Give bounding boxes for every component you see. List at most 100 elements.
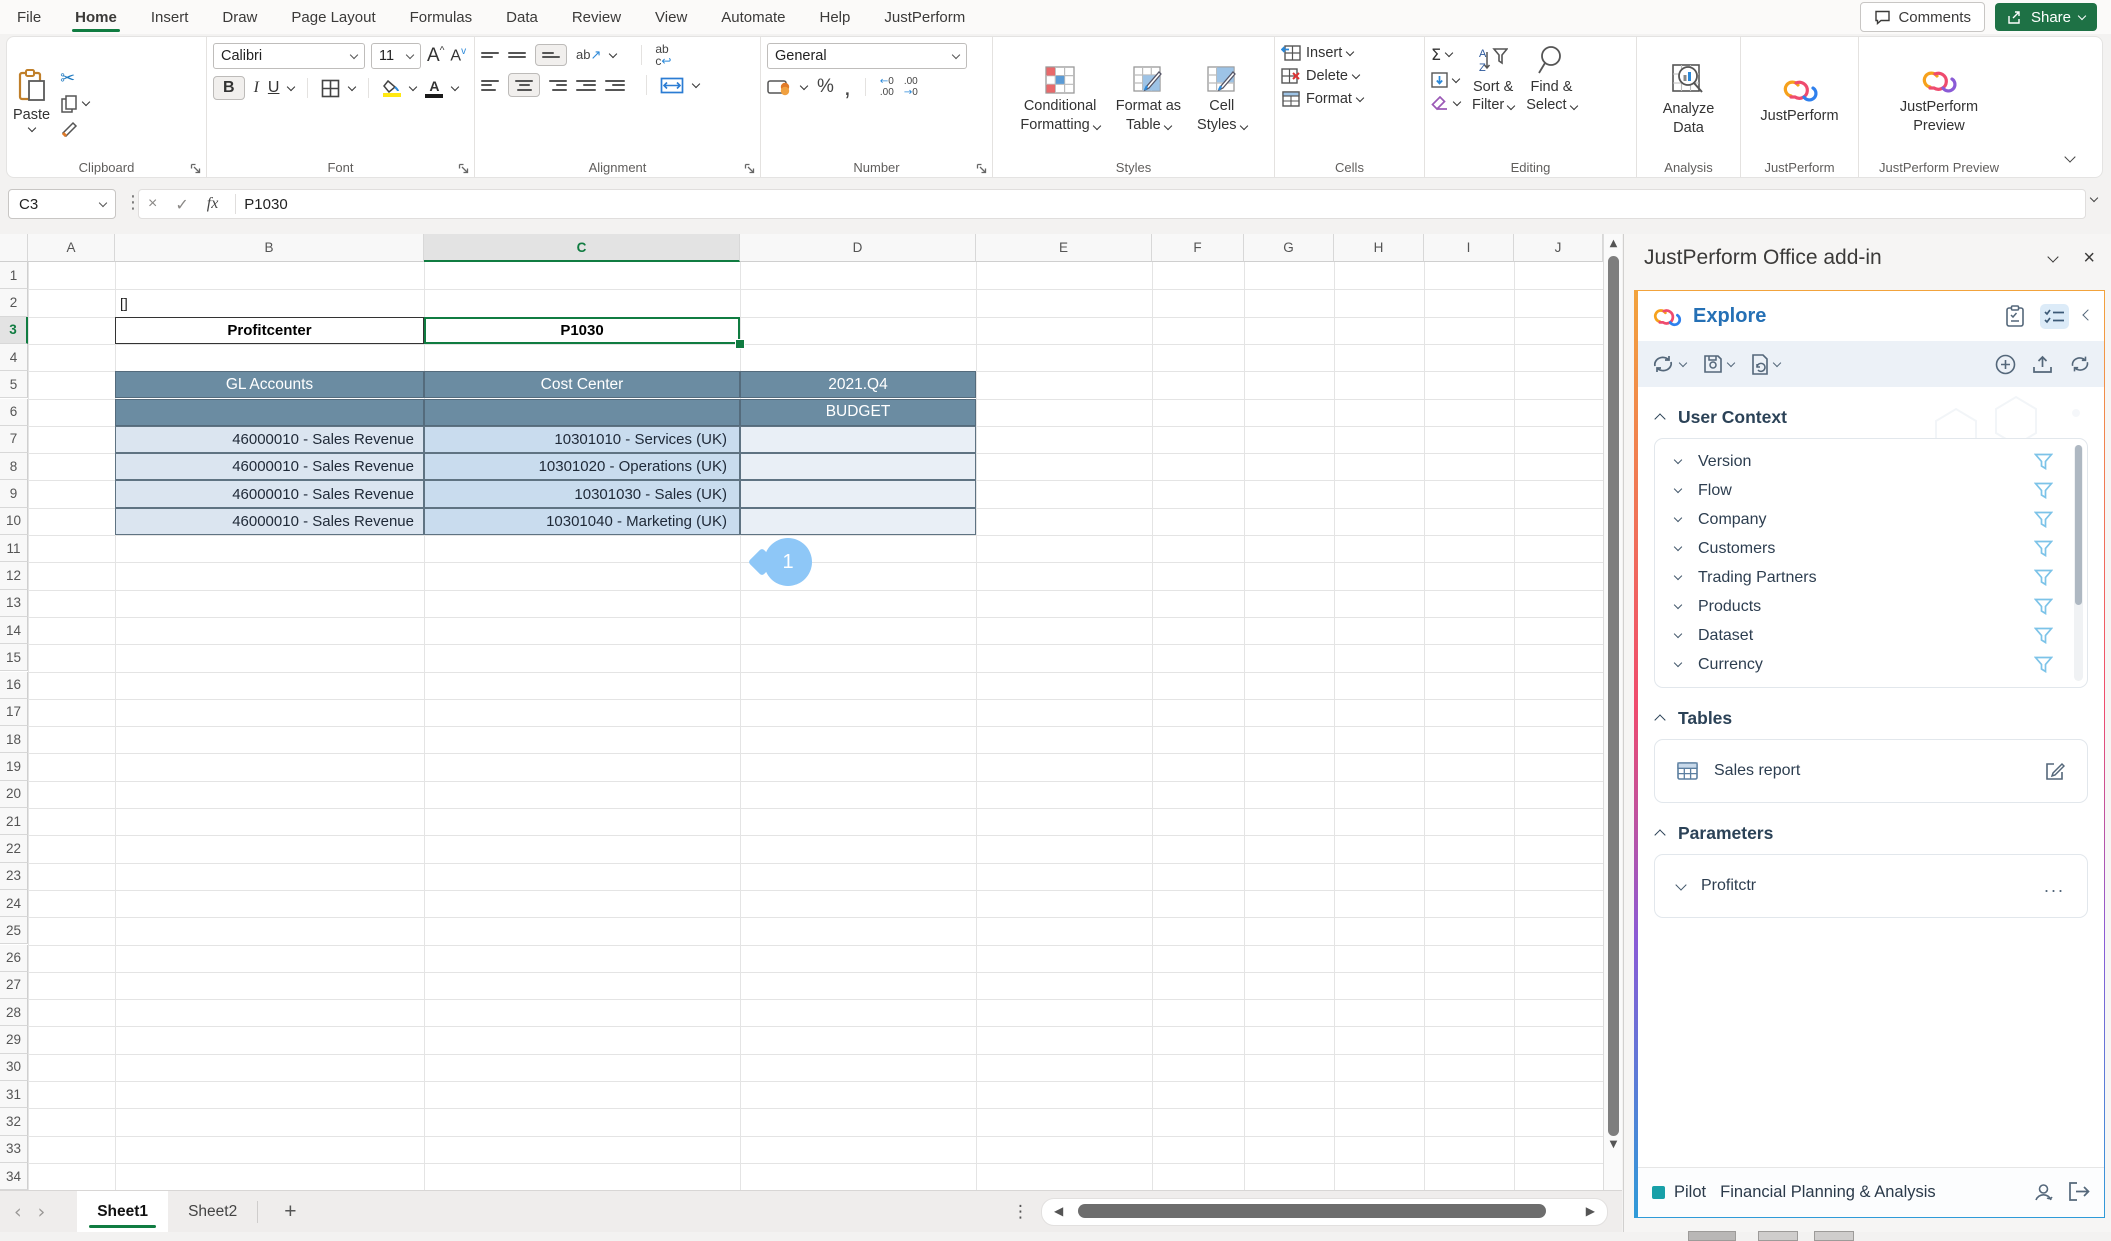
font-color-dropdown-icon[interactable] [451,82,459,90]
top-align-icon[interactable] [481,49,499,61]
filter-icon[interactable] [2034,540,2053,557]
row-header-18[interactable]: 18 [0,726,28,753]
italic-button[interactable]: I [254,79,259,97]
delete-cells-button[interactable]: Delete [1281,68,1418,84]
underline-dropdown-icon[interactable] [287,82,295,90]
menu-justperform[interactable]: JustPerform [867,0,982,34]
table-cell-budget-value[interactable] [740,453,976,480]
filter-icon[interactable] [2034,627,2053,644]
increase-decimal-icon[interactable]: ←0.00 [880,76,894,98]
column-header-E[interactable]: E [976,234,1152,262]
sheet-tab-sheet2[interactable]: Sheet2 [168,1191,257,1232]
parameter-expand-icon[interactable] [1675,879,1686,890]
menu-draw[interactable]: Draw [205,0,274,34]
select-all-corner[interactable] [0,234,28,262]
cell-b3[interactable]: Profitcenter [115,317,424,344]
column-header-A[interactable]: A [28,234,115,262]
report-dropdown-icon[interactable] [1773,358,1781,366]
row-header-3[interactable]: 3 [0,317,28,344]
decrease-decimal-icon[interactable]: .00→0 [904,76,918,98]
context-item-flow[interactable]: Flow [1655,476,2087,505]
sync-dropdown-icon[interactable] [1679,358,1687,366]
share-dropdown-icon[interactable] [2078,11,2086,19]
table-subheader[interactable] [424,399,740,426]
wrap-text-icon[interactable]: abc↩ [655,43,671,67]
menu-view[interactable]: View [638,0,704,34]
row-header-4[interactable]: 4 [0,344,28,371]
context-expand-icon[interactable] [1674,572,1682,580]
panel-menu-icon[interactable] [2048,251,2059,262]
row-header-31[interactable]: 31 [0,1081,28,1108]
borders-dropdown-icon[interactable] [348,82,356,90]
format-painter-icon[interactable] [60,119,80,137]
autosum-button[interactable]: Σ [1431,45,1460,64]
column-header-B[interactable]: B [115,234,424,262]
share-button[interactable]: Share [1995,3,2097,31]
number-format-combo[interactable]: General [767,43,967,69]
column-header-I[interactable]: I [1424,234,1514,262]
font-dialog-launcher[interactable] [458,163,469,174]
row-header-24[interactable]: 24 [0,890,28,917]
row-header-22[interactable]: 22 [0,835,28,862]
context-expand-icon[interactable] [1674,659,1682,667]
bold-button[interactable]: B [213,76,245,100]
column-header-H[interactable]: H [1334,234,1424,262]
context-item-customers[interactable]: Customers [1655,534,2087,563]
orientation-icon[interactable]: ab↗ [576,47,601,63]
menu-data[interactable]: Data [489,0,555,34]
menu-review[interactable]: Review [555,0,638,34]
align-right-icon[interactable] [549,77,567,93]
fill-button[interactable] [1431,72,1460,88]
row-header-14[interactable]: 14 [0,617,28,644]
name-box[interactable]: C3 [8,189,116,219]
row-header-27[interactable]: 27 [0,972,28,999]
row-header-30[interactable]: 30 [0,1054,28,1081]
conditional-formatting-button[interactable]: ConditionalFormatting [1020,66,1099,133]
align-left-icon[interactable] [481,77,499,93]
horizontal-scrollbar[interactable]: ◀ ▶ [1041,1198,1608,1226]
scroll-right-icon[interactable]: ▶ [1586,1204,1595,1218]
filter-icon[interactable] [2034,656,2053,673]
row-header-34[interactable]: 34 [0,1163,28,1190]
formula-bar[interactable]: × ✓ fx P1030 [138,189,2086,219]
save-button[interactable] [1703,354,1734,374]
row-header-16[interactable]: 16 [0,672,28,699]
row-header-20[interactable]: 20 [0,781,28,808]
filter-icon[interactable] [2034,453,2053,470]
justperform-preview-button[interactable]: JustPerformPreview [1865,43,2013,157]
report-button[interactable] [1751,354,1780,375]
orientation-dropdown-icon[interactable] [609,49,617,57]
add-icon[interactable] [1995,354,2016,375]
column-header-C[interactable]: C [424,234,740,262]
column-header-G[interactable]: G [1244,234,1334,262]
accounting-dropdown-icon[interactable] [800,81,808,89]
comma-style-icon[interactable]: , [844,82,851,92]
row-header-29[interactable]: 29 [0,1026,28,1053]
column-header-F[interactable]: F [1152,234,1244,262]
format-cells-button[interactable]: Format [1281,91,1418,107]
table-header-2021-q4[interactable]: 2021.Q4 [740,371,976,398]
merge-dropdown-icon[interactable] [692,79,700,87]
cancel-icon[interactable]: × [148,195,157,213]
table-subheader[interactable] [115,399,424,426]
decrease-font-button[interactable]: Av [450,46,466,65]
decrease-indent-icon[interactable] [576,77,596,93]
scroll-down-icon[interactable]: ▼ [1607,1139,1620,1150]
context-expand-icon[interactable] [1674,601,1682,609]
table-header-gl-accounts[interactable]: GL Accounts [115,371,424,398]
menu-file[interactable]: File [0,0,58,34]
increase-font-button[interactable]: A^ [427,45,444,67]
clear-button[interactable] [1431,96,1460,111]
row-header-9[interactable]: 9 [0,480,28,507]
table-cell-cost-center[interactable]: 10301020 - Operations (UK) [424,453,740,480]
menu-home[interactable]: Home [58,0,134,34]
borders-icon[interactable] [321,79,340,98]
horizontal-scroll-thumb[interactable] [1078,1204,1546,1218]
checklist-view-button[interactable] [2040,304,2069,329]
row-header-19[interactable]: 19 [0,753,28,780]
table-item-sales-report[interactable]: Sales report [1655,740,2087,802]
enter-icon[interactable]: ✓ [175,195,188,214]
name-box-dropdown-icon[interactable] [99,198,107,206]
comments-button[interactable]: Comments [1860,2,1985,32]
next-sheet-icon[interactable]: › [36,1201,60,1223]
